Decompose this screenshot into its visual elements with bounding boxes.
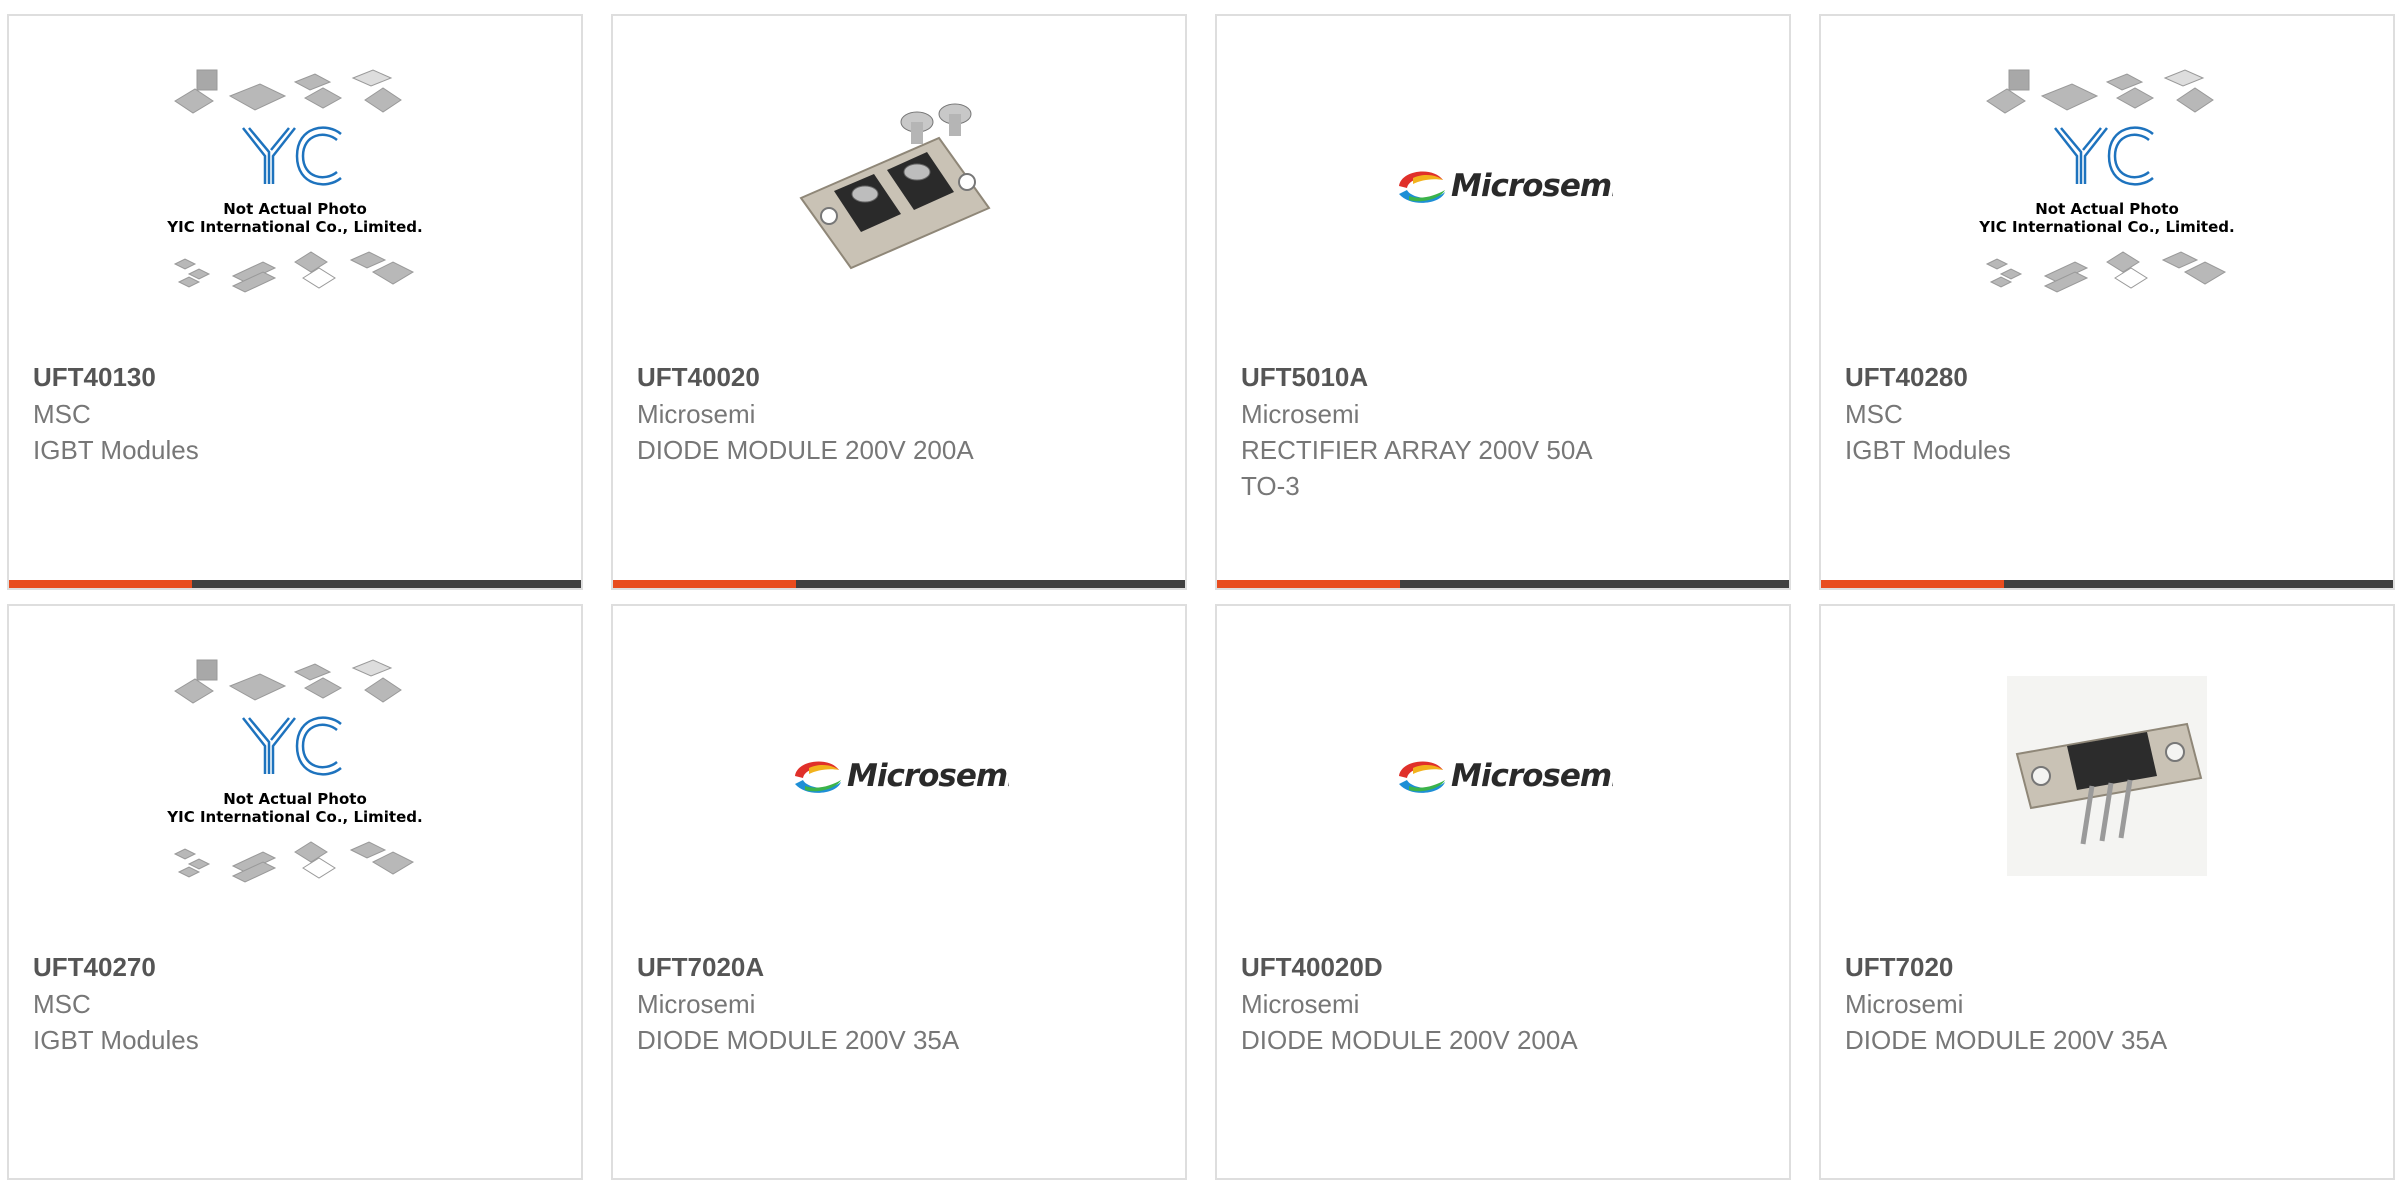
part-number[interactable]: UFT40020 <box>637 358 1165 396</box>
description: IGBT Modules <box>33 435 199 465</box>
part-number[interactable]: UFT40130 <box>33 358 561 396</box>
part-number[interactable]: UFT40280 <box>1845 358 2373 396</box>
part-number[interactable]: UFT5010A <box>1241 358 1769 396</box>
manufacturer: Microsemi <box>1845 989 1964 1019</box>
accent-strip <box>9 580 192 588</box>
yic-placeholder-image: Not Actual Photo YIC International Co., … <box>166 659 423 883</box>
product-card[interactable]: Not Actual Photo YIC International Co., … <box>7 604 583 1180</box>
product-card[interactable]: Microsemi UFT40020D Microsemi DIODE MODU… <box>1215 604 1791 1180</box>
logo-text: Microsemi <box>1451 758 1613 794</box>
microsemi-logo: Microsemi <box>1399 758 1613 794</box>
product-card[interactable]: Not Actual Photo YIC International Co., … <box>7 14 583 590</box>
accent-strip <box>1217 580 1400 588</box>
diode-module-photo <box>799 103 991 270</box>
accent-strip <box>1821 580 2004 588</box>
caption-line-2: YIC International Co., Limited. <box>166 808 422 826</box>
yic-placeholder-image: Not Actual Photo YIC International Co., … <box>1978 69 2235 293</box>
description: IGBT Modules <box>1845 435 2011 465</box>
manufacturer: MSC <box>33 399 91 429</box>
product-image[interactable] <box>613 16 1185 356</box>
part-number[interactable]: UFT7020 <box>1845 948 2373 986</box>
product-card[interactable]: Microsemi UFT7020A Microsemi DIODE MODUL… <box>611 604 1187 1180</box>
product-card[interactable]: UFT7020 Microsemi DIODE MODULE 200V 35A <box>1819 604 2395 1180</box>
description: DIODE MODULE 200V 35A <box>1845 1025 2168 1055</box>
product-image[interactable]: Microsemi <box>1217 606 1789 946</box>
card-bar <box>1217 580 1789 588</box>
yic-placeholder-image: Not Actual Photo YIC International Co., … <box>166 69 423 293</box>
logo-text: Microsemi <box>847 758 1009 794</box>
product-image[interactable] <box>1821 606 2393 946</box>
product-card[interactable]: Microsemi UFT5010A Microsemi RECTIFIER A… <box>1215 14 1791 590</box>
manufacturer: Microsemi <box>1241 399 1360 429</box>
part-number[interactable]: UFT40270 <box>33 948 561 986</box>
description: IGBT Modules <box>33 1025 199 1055</box>
product-grid: Not Actual Photo YIC International Co., … <box>0 0 2400 1180</box>
product-image[interactable]: Not Actual Photo YIC International Co., … <box>9 606 581 946</box>
card-bar <box>1821 580 2393 588</box>
accent-strip <box>613 580 796 588</box>
part-number[interactable]: UFT7020A <box>637 948 1165 986</box>
card-bar <box>9 580 581 588</box>
caption-line-1: Not Actual Photo <box>223 200 367 218</box>
product-image[interactable]: Not Actual Photo YIC International Co., … <box>9 16 581 356</box>
transistor-module-photo <box>2007 676 2207 876</box>
manufacturer: MSC <box>1845 399 1903 429</box>
description: DIODE MODULE 200V 35A <box>637 1025 960 1055</box>
part-number[interactable]: UFT40020D <box>1241 948 1769 986</box>
product-card[interactable]: UFT40020 Microsemi DIODE MODULE 200V 200… <box>611 14 1187 590</box>
card-bar <box>613 580 1185 588</box>
caption-line-2: YIC International Co., Limited. <box>1978 218 2234 236</box>
caption-line-1: Not Actual Photo <box>223 790 367 808</box>
logo-text: Microsemi <box>1451 168 1613 204</box>
manufacturer: Microsemi <box>637 399 756 429</box>
caption-line-1: Not Actual Photo <box>2035 200 2179 218</box>
description: DIODE MODULE 200V 200A <box>637 435 974 465</box>
description: DIODE MODULE 200V 200A <box>1241 1025 1578 1055</box>
product-image[interactable]: Microsemi <box>613 606 1185 946</box>
microsemi-logo: Microsemi <box>795 758 1009 794</box>
product-card[interactable]: Not Actual Photo YIC International Co., … <box>1819 14 2395 590</box>
product-image[interactable]: Not Actual Photo YIC International Co., … <box>1821 16 2393 356</box>
caption-line-2: YIC International Co., Limited. <box>166 218 422 236</box>
product-image[interactable]: Microsemi <box>1217 16 1789 356</box>
manufacturer: Microsemi <box>637 989 756 1019</box>
microsemi-logo: Microsemi <box>1399 168 1613 204</box>
manufacturer: MSC <box>33 989 91 1019</box>
description: RECTIFIER ARRAY 200V 50A TO-3 <box>1241 435 1593 501</box>
manufacturer: Microsemi <box>1241 989 1360 1019</box>
